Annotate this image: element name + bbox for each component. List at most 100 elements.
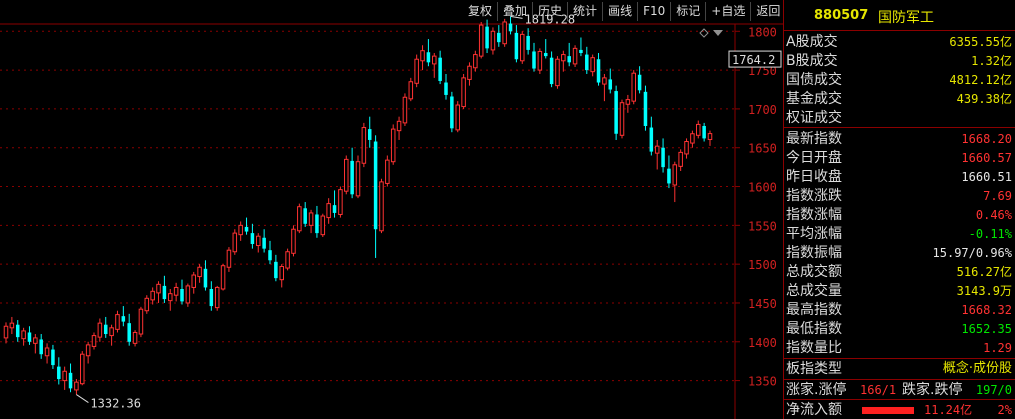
- candle-body-up: [220, 265, 226, 290]
- candle-body-up: [9, 322, 15, 329]
- volume-row: 权证成交: [784, 109, 1015, 127]
- candle-body-up: [21, 330, 26, 340]
- candle-body-down: [514, 32, 519, 60]
- candle-body-up: [226, 249, 232, 268]
- toolbar-button-5[interactable]: F10: [637, 2, 670, 21]
- candle-body-up: [291, 228, 296, 254]
- candle-body-up: [132, 331, 138, 344]
- index-stat-value: 1668.20: [961, 132, 1012, 146]
- candle-body-up: [3, 325, 9, 339]
- candle-body-down: [543, 53, 548, 57]
- candle-body-down: [649, 127, 654, 152]
- index-stat-label: 指数涨跌: [786, 188, 842, 204]
- candle-body-down: [497, 32, 501, 43]
- candle-body-down: [39, 339, 43, 355]
- index-stat-row: 指数涨幅 0.46%: [784, 206, 1015, 224]
- volume-row-value: 4812.12亿: [949, 73, 1012, 87]
- toolbar-button-6[interactable]: 标记: [670, 2, 705, 21]
- candle-body-up: [214, 286, 220, 309]
- candle-body-up: [150, 290, 155, 301]
- candle-body-down: [702, 125, 706, 139]
- candle-body-down: [103, 324, 108, 335]
- toolbar-button-0[interactable]: 复权: [463, 2, 497, 21]
- sector-type-label: 板指类型: [786, 361, 842, 377]
- candle-body-up: [256, 235, 261, 247]
- y-tick-label: 1700: [748, 103, 777, 117]
- divider: [784, 358, 1015, 359]
- index-stat-label: 总成交量: [786, 283, 842, 299]
- candle-body-up: [361, 127, 367, 164]
- candle-body-down: [268, 250, 272, 261]
- candle-body-down: [532, 51, 536, 69]
- candle-body-up: [619, 102, 625, 136]
- candle-body-up: [138, 308, 144, 335]
- kline-chart-area[interactable]: 1350 1400 1450 1500 1550 1600 1650 1700 1750 1800…: [0, 0, 783, 419]
- index-stat-row: 指数涨跌 7.69: [784, 187, 1015, 205]
- index-stat-row: 昨日收盘 1660.51: [784, 168, 1015, 186]
- candle-body-down: [162, 285, 167, 300]
- candle-body-down: [332, 205, 337, 213]
- decline-value: 197/0: [975, 383, 1012, 397]
- candle-body-down: [373, 141, 378, 230]
- volume-row-label: A股成交: [786, 34, 838, 50]
- index-stat-row: 指数量比 1.29: [784, 339, 1015, 357]
- low-marker-label: 1332.36: [90, 397, 141, 411]
- candle-body-up: [672, 164, 678, 186]
- index-stat-row: 最高指数 1668.32: [784, 301, 1015, 319]
- candle-body-up: [185, 285, 191, 304]
- candle-body-up: [590, 57, 595, 73]
- candle-body-up: [502, 21, 507, 45]
- index-name: 国防军工: [878, 10, 934, 26]
- index-stat-value: 1660.51: [961, 170, 1012, 184]
- volume-row: B股成交 1.32亿: [784, 52, 1015, 70]
- candle-body-down: [121, 316, 126, 322]
- candle-body-up: [631, 72, 636, 102]
- candle-body-down: [637, 74, 642, 91]
- index-stat-row: 总成交额 516.27亿: [784, 263, 1015, 281]
- candle-body-up: [173, 286, 179, 296]
- candle-body-up: [555, 58, 560, 87]
- cursor-price-label: 1764.2: [732, 53, 775, 67]
- candle-body-down: [667, 168, 671, 184]
- y-tick-label: 1600: [748, 181, 777, 195]
- toolbar-button-8[interactable]: 返回: [750, 2, 785, 21]
- low-marker-line: [76, 394, 89, 403]
- candle-body-up: [467, 65, 472, 80]
- index-stat-label: 最高指数: [786, 302, 842, 318]
- candle-body-up: [144, 297, 150, 312]
- toolbar-button-1[interactable]: 叠加: [497, 2, 532, 21]
- candle-body-up: [91, 335, 97, 347]
- candle-body-up: [379, 181, 384, 232]
- index-stat-row: 今日开盘 1660.57: [784, 149, 1015, 167]
- candle-body-down: [643, 91, 648, 126]
- index-stat-label: 最低指数: [786, 321, 842, 337]
- toolbar-button-3[interactable]: 统计: [567, 2, 602, 21]
- candle-body-down: [315, 214, 319, 234]
- toolbar-button-2[interactable]: 历史: [532, 2, 567, 21]
- candle-body-up: [338, 189, 343, 215]
- candle-body-up: [308, 212, 314, 226]
- candle-body-up: [320, 215, 326, 236]
- candle-body-up: [109, 327, 114, 337]
- candle-body-up: [461, 77, 466, 108]
- sector-type-value[interactable]: 概念·成份股: [943, 360, 1012, 378]
- toolbar-button-7[interactable]: +自选: [705, 2, 750, 21]
- candle-body-down: [274, 261, 278, 279]
- candle-body-up: [115, 314, 120, 330]
- index-stat-value: 0.46%: [975, 208, 1012, 222]
- kline-chart[interactable]: 1350140014501500155016001650170017501800…: [0, 0, 783, 419]
- candle-body-down: [180, 288, 184, 302]
- candle-body-up: [432, 55, 437, 65]
- candle-body-up: [654, 145, 660, 154]
- index-stat-value: 1.29: [983, 341, 1012, 355]
- candle-body-down: [262, 237, 266, 249]
- volume-row-label: 基金成交: [786, 91, 842, 107]
- candle-body-up: [279, 265, 284, 281]
- toolbar-button-4[interactable]: 画线: [602, 2, 637, 21]
- candle-body-up: [355, 161, 361, 197]
- index-stat-value: 3143.9万: [956, 284, 1012, 298]
- index-stat-label: 总成交额: [786, 264, 842, 280]
- candle-body-up: [85, 344, 91, 357]
- candle-body-up: [385, 159, 390, 184]
- candle-body-down: [51, 349, 55, 366]
